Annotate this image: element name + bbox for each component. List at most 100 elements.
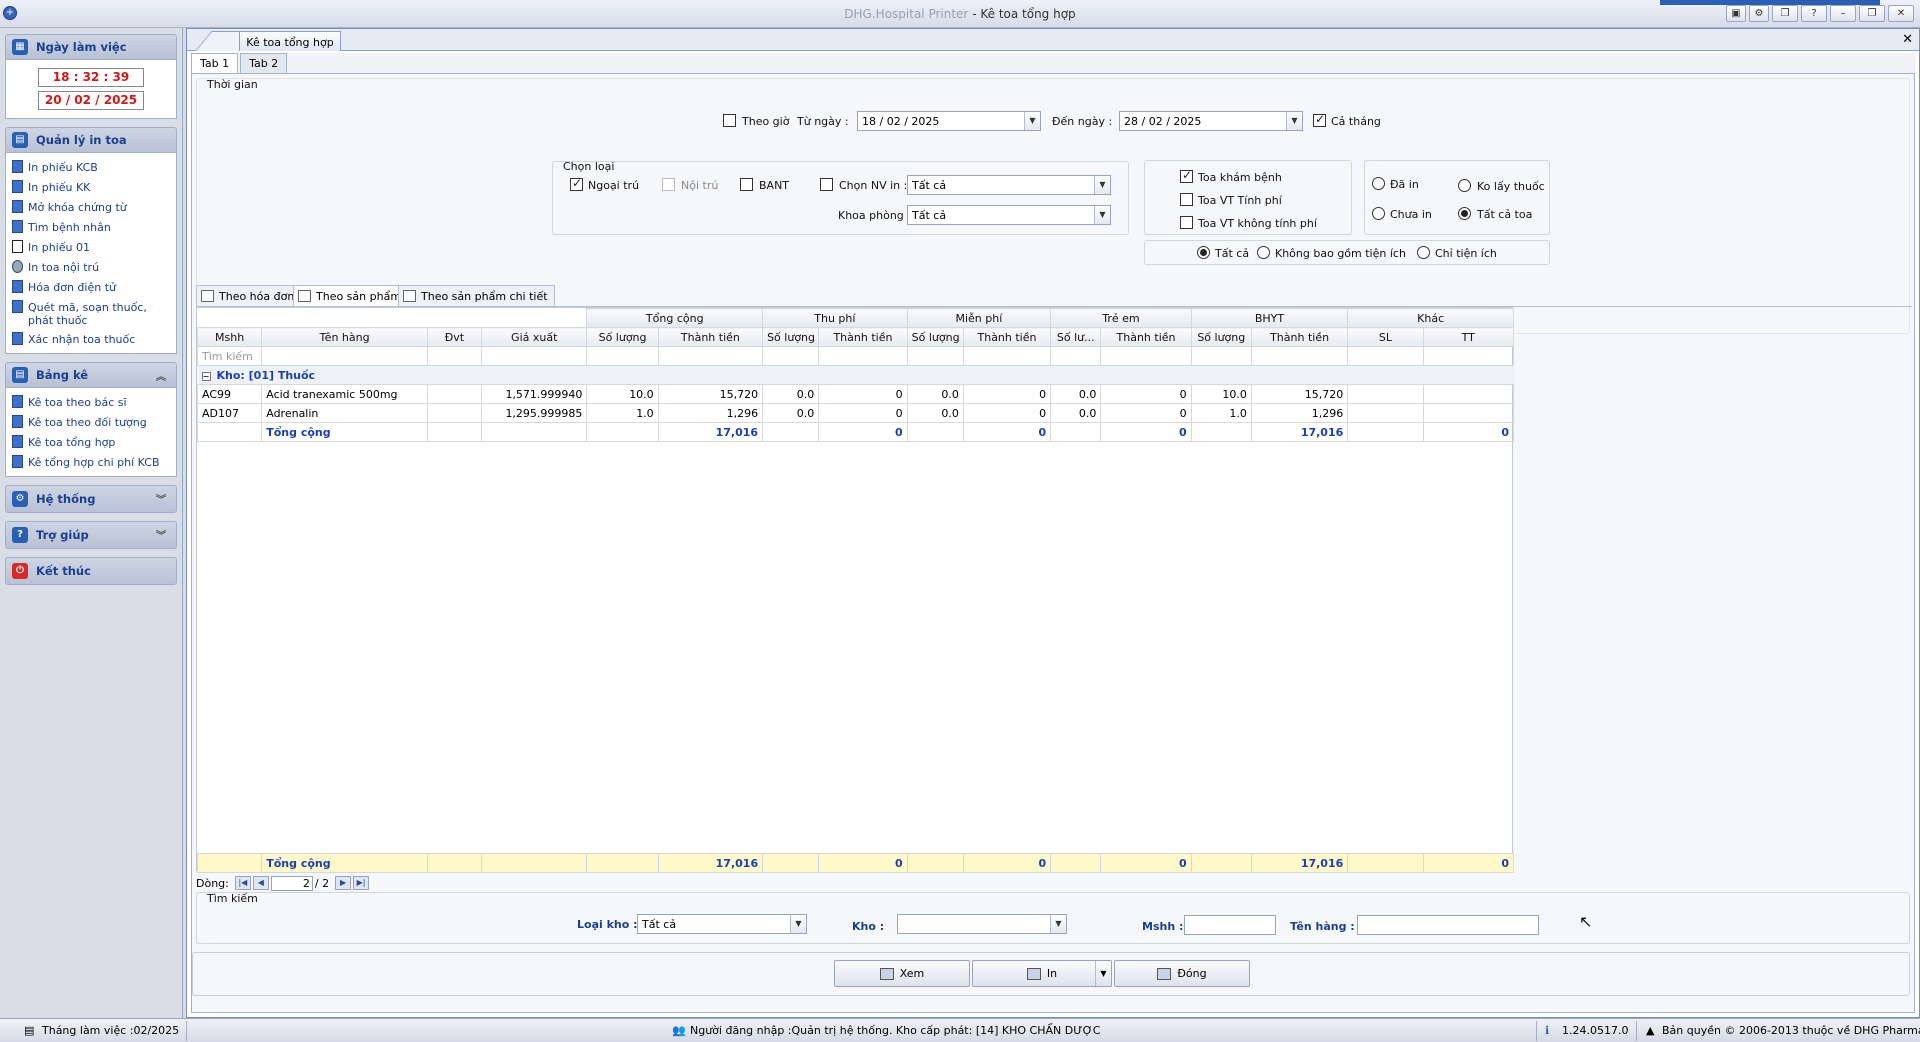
- filter-cell[interactable]: [1100, 346, 1192, 366]
- reports-header[interactable]: ▤ Bảng kê ︽: [5, 362, 177, 388]
- restore-icon[interactable]: ❐: [1859, 5, 1885, 22]
- filter-cell[interactable]: [1422, 346, 1515, 366]
- exit-header[interactable]: ⏻ Kết thúc: [5, 557, 177, 585]
- menu-find-patient[interactable]: Tìm bệnh nhân: [6, 217, 176, 237]
- col-header[interactable]: Đvt: [426, 327, 483, 347]
- tab-by-product[interactable]: Theo sản phẩm: [293, 285, 409, 307]
- menu-inpatient-print[interactable]: In toa nội trú: [6, 257, 176, 277]
- band-free[interactable]: Miễn phí: [906, 308, 1052, 328]
- last-page-icon[interactable]: ▶|: [353, 876, 370, 890]
- print-dropdown-icon[interactable]: ▼: [1095, 961, 1111, 986]
- col-header[interactable]: Số lượng: [586, 327, 659, 347]
- menu-scan-dispense[interactable]: Quét mã, soạn thuốc, phát thuốc: [6, 297, 176, 329]
- vt-free-checkbox[interactable]: [1180, 216, 1193, 229]
- chevron-down-icon[interactable]: ▼: [1094, 206, 1110, 224]
- view-button[interactable]: Xem: [834, 960, 970, 987]
- filter-cell[interactable]: [1250, 346, 1349, 366]
- collapse-icon[interactable]: −: [201, 371, 211, 381]
- no-drug-radio[interactable]: [1458, 179, 1471, 192]
- system-header[interactable]: ⚙ Hệ thống ︾: [5, 485, 177, 513]
- col-header[interactable]: Số lượng: [1190, 327, 1252, 347]
- name-input[interactable]: [1357, 915, 1539, 935]
- filter-cell[interactable]: [762, 346, 820, 366]
- col-header[interactable]: Số lượng: [906, 327, 964, 347]
- filter-row[interactable]: Tìm kiếm: [196, 346, 1515, 366]
- workday-header[interactable]: ▦ Ngày làm việc: [5, 34, 177, 60]
- menu-rx-by-subject[interactable]: Kê toa theo đối tượng: [6, 412, 176, 432]
- all-rx-radio[interactable]: [1458, 207, 1471, 220]
- layout-icon[interactable]: ▣: [1726, 5, 1746, 22]
- print-button[interactable]: In ▼: [972, 960, 1112, 987]
- chevron-down-icon[interactable]: ▼: [1286, 112, 1302, 130]
- window-list-icon[interactable]: ❐: [1772, 5, 1798, 22]
- close-button[interactable]: Đóng: [1114, 960, 1250, 987]
- choose-staff-checkbox[interactable]: [820, 178, 833, 191]
- group-row[interactable]: − Kho: [01] Thuốc: [197, 365, 1514, 385]
- warehouse-type-select[interactable]: Tất cả ▼: [637, 914, 807, 934]
- col-header[interactable]: TT: [1422, 327, 1515, 347]
- col-header[interactable]: Thành tiền: [818, 327, 908, 347]
- col-header[interactable]: Thành tiền: [962, 327, 1052, 347]
- page-input[interactable]: 2: [270, 875, 313, 891]
- filter-cell[interactable]: [426, 346, 483, 366]
- util-all-radio[interactable]: [1197, 246, 1210, 259]
- col-header[interactable]: Thành tiền: [1100, 327, 1192, 347]
- bant-checkbox[interactable]: [740, 178, 753, 191]
- col-header[interactable]: Số lư...: [1050, 327, 1102, 347]
- filter-cell[interactable]: [657, 346, 764, 366]
- menu-in-phieu-kcb[interactable]: In phiếu KCB: [6, 157, 176, 177]
- tab-2[interactable]: Tab 2: [240, 53, 288, 73]
- band-bhyt[interactable]: BHYT: [1190, 308, 1349, 328]
- col-header[interactable]: Thành tiền: [1250, 327, 1349, 347]
- menu-unlock-voucher[interactable]: Mở khóa chứng từ: [6, 197, 176, 217]
- band-other[interactable]: Khác: [1347, 308, 1514, 328]
- tab-1[interactable]: Tab 1: [191, 53, 239, 73]
- filter-cell[interactable]: [586, 346, 659, 366]
- filter-cell[interactable]: Tìm kiếm: [196, 346, 263, 366]
- menu-rx-by-doctor[interactable]: Kê toa theo bác sĩ: [6, 392, 176, 412]
- print-mgmt-header[interactable]: ▤ Quản lý in toa: [5, 127, 177, 153]
- band-charged[interactable]: Thu phí: [762, 308, 908, 328]
- tab-by-invoice[interactable]: Theo hóa đơn: [196, 285, 302, 307]
- menu-in-phieu-kk[interactable]: In phiếu KK: [6, 177, 176, 197]
- close-icon[interactable]: ✕: [1888, 5, 1914, 22]
- util-only-radio[interactable]: [1417, 246, 1430, 259]
- band-total[interactable]: Tổng cộng: [586, 308, 764, 328]
- filter-cell[interactable]: [818, 346, 908, 366]
- settings-icon[interactable]: ⚙: [1749, 5, 1769, 22]
- col-header[interactable]: SL: [1347, 327, 1424, 347]
- menu-rx-summary[interactable]: Kê toa tổng hợp: [6, 432, 176, 452]
- chevron-down-icon[interactable]: ▼: [1094, 176, 1110, 194]
- menu-confirm-rx[interactable]: Xác nhận toa thuốc: [6, 329, 176, 349]
- col-header[interactable]: Số lượng: [762, 327, 820, 347]
- col-header[interactable]: Giá xuất: [481, 327, 588, 347]
- mshh-input[interactable]: [1184, 915, 1276, 935]
- filter-cell[interactable]: [481, 346, 588, 366]
- filter-cell[interactable]: [906, 346, 964, 366]
- doc-tab-ke-toa-tong-hop[interactable]: Kê toa tổng hợp: [239, 31, 341, 51]
- help-header[interactable]: ? Trợ giúp ︾: [5, 521, 177, 549]
- chevron-down-icon[interactable]: ▼: [790, 915, 806, 933]
- warehouse-select[interactable]: ▼: [897, 914, 1067, 934]
- not-printed-radio[interactable]: [1372, 207, 1385, 220]
- help-icon[interactable]: ?: [1801, 5, 1827, 22]
- filter-cell[interactable]: [1190, 346, 1252, 366]
- menu-e-invoice[interactable]: Hóa đơn điện tử: [6, 277, 176, 297]
- whole-month-checkbox[interactable]: [1313, 112, 1326, 127]
- menu-in-phieu-01[interactable]: In phiếu 01: [6, 237, 176, 257]
- next-page-icon[interactable]: ▶: [335, 876, 352, 890]
- chevron-down-icon[interactable]: ▼: [1050, 915, 1066, 933]
- util-excl-radio[interactable]: [1257, 246, 1270, 259]
- vt-charged-checkbox[interactable]: [1180, 193, 1193, 206]
- outpatient-checkbox[interactable]: [570, 176, 583, 191]
- col-header[interactable]: Thành tiền: [657, 327, 764, 347]
- filter-cell[interactable]: [1347, 346, 1424, 366]
- col-header[interactable]: Mshh: [196, 327, 263, 347]
- department-select[interactable]: Tất cả ▼: [907, 205, 1111, 225]
- filter-cell[interactable]: [1050, 346, 1102, 366]
- exam-rx-checkbox[interactable]: [1180, 168, 1193, 183]
- chevron-up-icon[interactable]: ︽: [156, 368, 166, 383]
- first-page-icon[interactable]: |◀: [234, 876, 251, 890]
- printed-radio[interactable]: [1372, 177, 1385, 190]
- from-date-picker[interactable]: 18 / 02 / 2025 ▼: [857, 111, 1041, 131]
